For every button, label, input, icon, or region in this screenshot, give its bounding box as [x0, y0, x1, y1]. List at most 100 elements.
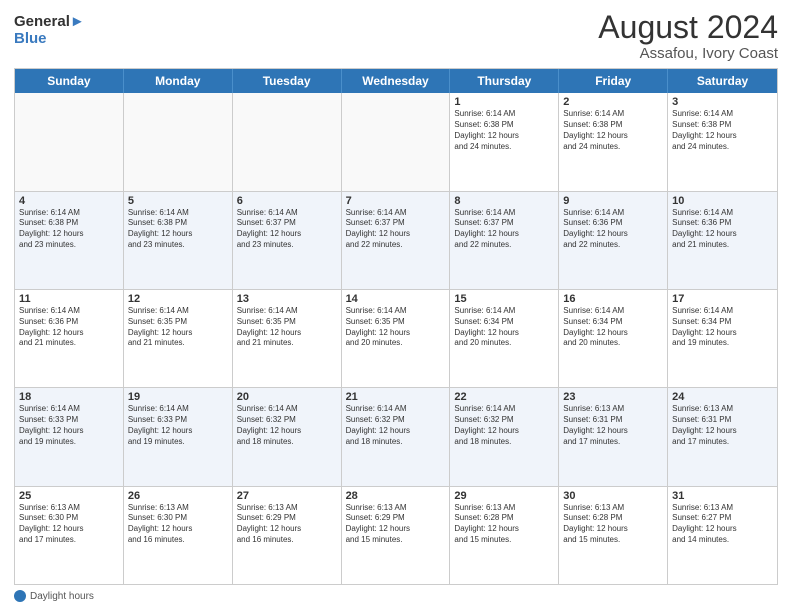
cal-cell-2-1: 12Sunrise: 6:14 AMSunset: 6:35 PMDayligh… — [124, 290, 233, 387]
day-number: 3 — [672, 96, 773, 108]
day-number: 9 — [563, 195, 663, 207]
cal-cell-3-6: 24Sunrise: 6:13 AMSunset: 6:31 PMDayligh… — [668, 388, 777, 485]
cell-info: Sunrise: 6:14 AMSunset: 6:34 PMDaylight:… — [672, 306, 773, 349]
cal-cell-1-6: 10Sunrise: 6:14 AMSunset: 6:36 PMDayligh… — [668, 192, 777, 289]
day-number: 30 — [563, 490, 663, 502]
cal-cell-4-4: 29Sunrise: 6:13 AMSunset: 6:28 PMDayligh… — [450, 487, 559, 584]
day-number: 28 — [346, 490, 446, 502]
footer: Daylight hours — [14, 590, 778, 602]
cell-info: Sunrise: 6:14 AMSunset: 6:38 PMDaylight:… — [128, 208, 228, 251]
day-number: 5 — [128, 195, 228, 207]
cell-info: Sunrise: 6:13 AMSunset: 6:27 PMDaylight:… — [672, 503, 773, 546]
cell-info: Sunrise: 6:13 AMSunset: 6:31 PMDaylight:… — [672, 404, 773, 447]
cal-row-2: 11Sunrise: 6:14 AMSunset: 6:36 PMDayligh… — [15, 289, 777, 387]
cell-info: Sunrise: 6:14 AMSunset: 6:38 PMDaylight:… — [563, 109, 663, 152]
cal-cell-1-1: 5Sunrise: 6:14 AMSunset: 6:38 PMDaylight… — [124, 192, 233, 289]
cell-info: Sunrise: 6:14 AMSunset: 6:36 PMDaylight:… — [672, 208, 773, 251]
cal-cell-4-5: 30Sunrise: 6:13 AMSunset: 6:28 PMDayligh… — [559, 487, 668, 584]
cal-cell-4-1: 26Sunrise: 6:13 AMSunset: 6:30 PMDayligh… — [124, 487, 233, 584]
location: Assafou, Ivory Coast — [598, 45, 778, 62]
cal-cell-3-4: 22Sunrise: 6:14 AMSunset: 6:32 PMDayligh… — [450, 388, 559, 485]
day-number: 7 — [346, 195, 446, 207]
cal-cell-4-6: 31Sunrise: 6:13 AMSunset: 6:27 PMDayligh… — [668, 487, 777, 584]
cal-cell-2-6: 17Sunrise: 6:14 AMSunset: 6:34 PMDayligh… — [668, 290, 777, 387]
cal-cell-2-3: 14Sunrise: 6:14 AMSunset: 6:35 PMDayligh… — [342, 290, 451, 387]
cal-row-3: 18Sunrise: 6:14 AMSunset: 6:33 PMDayligh… — [15, 387, 777, 485]
header-day-wednesday: Wednesday — [342, 69, 451, 93]
cal-cell-1-2: 6Sunrise: 6:14 AMSunset: 6:37 PMDaylight… — [233, 192, 342, 289]
cal-cell-0-5: 2Sunrise: 6:14 AMSunset: 6:38 PMDaylight… — [559, 93, 668, 190]
cell-info: Sunrise: 6:13 AMSunset: 6:28 PMDaylight:… — [454, 503, 554, 546]
day-number: 8 — [454, 195, 554, 207]
cal-cell-1-0: 4Sunrise: 6:14 AMSunset: 6:38 PMDaylight… — [15, 192, 124, 289]
cal-cell-4-3: 28Sunrise: 6:13 AMSunset: 6:29 PMDayligh… — [342, 487, 451, 584]
day-number: 16 — [563, 293, 663, 305]
cell-info: Sunrise: 6:14 AMSunset: 6:33 PMDaylight:… — [128, 404, 228, 447]
cal-cell-2-0: 11Sunrise: 6:14 AMSunset: 6:36 PMDayligh… — [15, 290, 124, 387]
cell-info: Sunrise: 6:14 AMSunset: 6:37 PMDaylight:… — [346, 208, 446, 251]
cal-cell-1-3: 7Sunrise: 6:14 AMSunset: 6:37 PMDaylight… — [342, 192, 451, 289]
day-number: 12 — [128, 293, 228, 305]
header-day-tuesday: Tuesday — [233, 69, 342, 93]
calendar-header: SundayMondayTuesdayWednesdayThursdayFrid… — [15, 69, 777, 93]
cal-cell-2-4: 15Sunrise: 6:14 AMSunset: 6:34 PMDayligh… — [450, 290, 559, 387]
cell-info: Sunrise: 6:14 AMSunset: 6:37 PMDaylight:… — [237, 208, 337, 251]
cell-info: Sunrise: 6:14 AMSunset: 6:32 PMDaylight:… — [237, 404, 337, 447]
cal-cell-3-2: 20Sunrise: 6:14 AMSunset: 6:32 PMDayligh… — [233, 388, 342, 485]
cell-info: Sunrise: 6:13 AMSunset: 6:28 PMDaylight:… — [563, 503, 663, 546]
day-number: 15 — [454, 293, 554, 305]
day-number: 13 — [237, 293, 337, 305]
day-number: 14 — [346, 293, 446, 305]
cal-cell-2-2: 13Sunrise: 6:14 AMSunset: 6:35 PMDayligh… — [233, 290, 342, 387]
day-number: 26 — [128, 490, 228, 502]
cell-info: Sunrise: 6:13 AMSunset: 6:30 PMDaylight:… — [19, 503, 119, 546]
day-number: 4 — [19, 195, 119, 207]
cal-cell-3-0: 18Sunrise: 6:14 AMSunset: 6:33 PMDayligh… — [15, 388, 124, 485]
day-number: 27 — [237, 490, 337, 502]
cal-cell-3-1: 19Sunrise: 6:14 AMSunset: 6:33 PMDayligh… — [124, 388, 233, 485]
cal-cell-4-0: 25Sunrise: 6:13 AMSunset: 6:30 PMDayligh… — [15, 487, 124, 584]
header-day-thursday: Thursday — [450, 69, 559, 93]
cell-info: Sunrise: 6:13 AMSunset: 6:29 PMDaylight:… — [237, 503, 337, 546]
day-number: 10 — [672, 195, 773, 207]
page: General► Blue August 2024 Assafou, Ivory… — [0, 0, 792, 612]
cell-info: Sunrise: 6:14 AMSunset: 6:38 PMDaylight:… — [19, 208, 119, 251]
cal-cell-2-5: 16Sunrise: 6:14 AMSunset: 6:34 PMDayligh… — [559, 290, 668, 387]
day-number: 29 — [454, 490, 554, 502]
day-number: 1 — [454, 96, 554, 108]
cal-cell-1-5: 9Sunrise: 6:14 AMSunset: 6:36 PMDaylight… — [559, 192, 668, 289]
day-number: 22 — [454, 391, 554, 403]
cal-cell-0-2 — [233, 93, 342, 190]
day-number: 23 — [563, 391, 663, 403]
header-day-saturday: Saturday — [668, 69, 777, 93]
cell-info: Sunrise: 6:14 AMSunset: 6:32 PMDaylight:… — [346, 404, 446, 447]
cal-cell-0-3 — [342, 93, 451, 190]
cell-info: Sunrise: 6:14 AMSunset: 6:35 PMDaylight:… — [346, 306, 446, 349]
cell-info: Sunrise: 6:14 AMSunset: 6:38 PMDaylight:… — [454, 109, 554, 152]
day-number: 25 — [19, 490, 119, 502]
cal-cell-0-0 — [15, 93, 124, 190]
footer-label: Daylight hours — [30, 591, 94, 602]
calendar: SundayMondayTuesdayWednesdayThursdayFrid… — [14, 68, 778, 585]
day-number: 11 — [19, 293, 119, 305]
day-number: 31 — [672, 490, 773, 502]
day-number: 17 — [672, 293, 773, 305]
header-day-friday: Friday — [559, 69, 668, 93]
month-year: August 2024 — [598, 10, 778, 45]
cell-info: Sunrise: 6:13 AMSunset: 6:29 PMDaylight:… — [346, 503, 446, 546]
cal-cell-0-6: 3Sunrise: 6:14 AMSunset: 6:38 PMDaylight… — [668, 93, 777, 190]
cell-info: Sunrise: 6:14 AMSunset: 6:33 PMDaylight:… — [19, 404, 119, 447]
cell-info: Sunrise: 6:13 AMSunset: 6:31 PMDaylight:… — [563, 404, 663, 447]
cal-cell-4-2: 27Sunrise: 6:13 AMSunset: 6:29 PMDayligh… — [233, 487, 342, 584]
cal-cell-0-4: 1Sunrise: 6:14 AMSunset: 6:38 PMDaylight… — [450, 93, 559, 190]
cal-row-0: 1Sunrise: 6:14 AMSunset: 6:38 PMDaylight… — [15, 93, 777, 190]
cell-info: Sunrise: 6:14 AMSunset: 6:36 PMDaylight:… — [563, 208, 663, 251]
cal-cell-3-3: 21Sunrise: 6:14 AMSunset: 6:32 PMDayligh… — [342, 388, 451, 485]
day-number: 6 — [237, 195, 337, 207]
logo: General► Blue — [14, 14, 85, 47]
cell-info: Sunrise: 6:13 AMSunset: 6:30 PMDaylight:… — [128, 503, 228, 546]
cell-info: Sunrise: 6:14 AMSunset: 6:36 PMDaylight:… — [19, 306, 119, 349]
day-number: 24 — [672, 391, 773, 403]
cal-cell-1-4: 8Sunrise: 6:14 AMSunset: 6:37 PMDaylight… — [450, 192, 559, 289]
cell-info: Sunrise: 6:14 AMSunset: 6:35 PMDaylight:… — [128, 306, 228, 349]
